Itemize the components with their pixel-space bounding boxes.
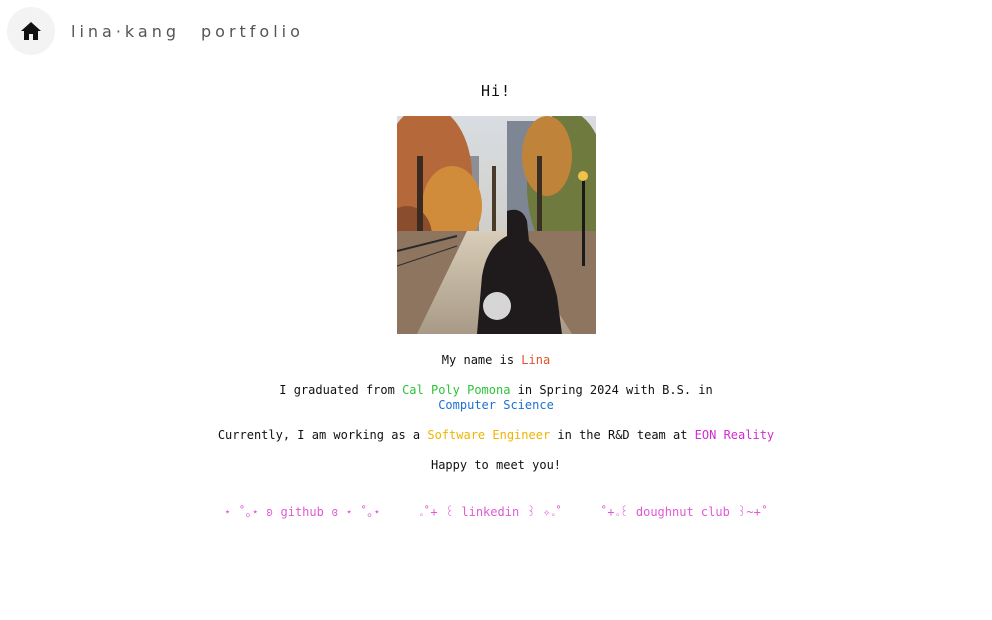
greeting-heading: Hi! [480, 82, 512, 100]
home-icon [21, 22, 41, 40]
profile-photo [396, 116, 596, 334]
nav-link-home-name[interactable]: lina·kang [71, 22, 180, 41]
work-middle: in the R&D team at [550, 428, 695, 442]
top-nav: lina·kang portfolio [0, 0, 992, 64]
major-highlight: Computer Science [438, 398, 554, 412]
social-links: ⋆ ˚｡⋆ ʚ github ɞ ⋆ ˚｡⋆ ｡˚+ ꒰ linkedin ꒱ … [0, 503, 992, 520]
github-link[interactable]: ⋆ ˚｡⋆ ʚ github ɞ ⋆ ˚｡⋆ [224, 503, 381, 520]
work-text: Currently, I am working as a Software En… [0, 428, 992, 443]
education-prefix: I graduated from [279, 383, 403, 397]
role-highlight: Software Engineer [427, 428, 551, 442]
doughnut-club-link[interactable]: ˚+｡꒰ doughnut club ꒱~+˚ [600, 503, 768, 520]
home-button[interactable] [7, 7, 55, 55]
intro-text: My name is Lina [0, 353, 992, 368]
nav-link-portfolio[interactable]: portfolio [201, 22, 304, 41]
education-text: I graduated from Cal Poly Pomona in Spri… [0, 383, 992, 413]
school-highlight: Cal Poly Pomona [402, 383, 511, 397]
linkedin-link[interactable]: ｡˚+ ꒰ linkedin ꒱ ✧｡˚ [418, 503, 562, 520]
name-highlight: Lina [521, 353, 551, 367]
intro-prefix: My name is [441, 353, 522, 367]
closing-text: Happy to meet you! [430, 458, 562, 472]
education-middle: in Spring 2024 with B.S. in [510, 383, 713, 397]
work-prefix: Currently, I am working as a [217, 428, 428, 442]
main-content: Hi! My name is Lina I graduated from Cal… [0, 80, 992, 520]
company-highlight: EON Reality [694, 428, 775, 442]
